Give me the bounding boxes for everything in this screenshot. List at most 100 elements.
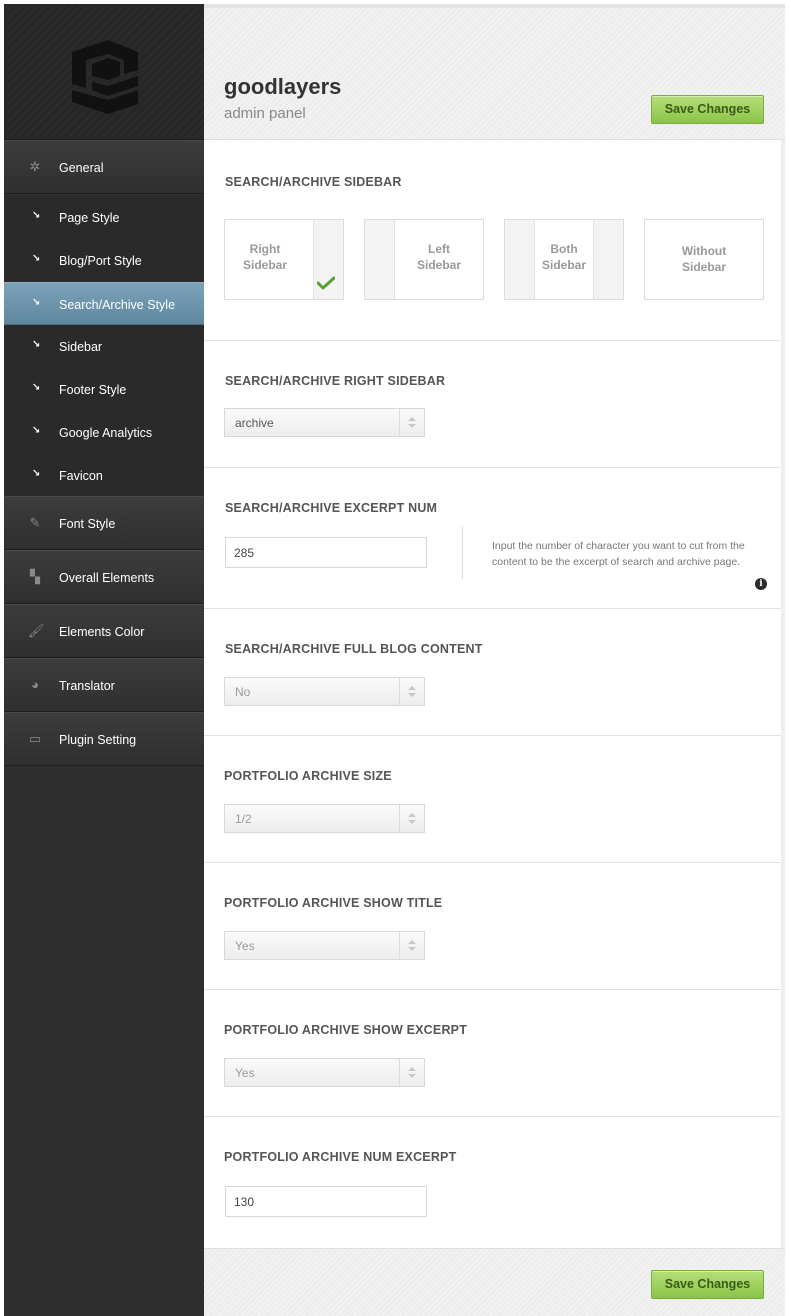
sidebar-item-label: Favicon	[59, 469, 103, 483]
select-arrows-icon	[399, 805, 424, 832]
checkmark-icon	[317, 276, 335, 290]
section-search-archive-right-sidebar: SEARCH/ARCHIVE RIGHT SIDEBAR archive	[204, 341, 781, 468]
section-portfolio-archive-num-excerpt: PORTFOLIO ARCHIVE NUM EXCERPT	[204, 1117, 781, 1248]
arrow-down-right-icon: ↘	[32, 253, 41, 264]
sidebar-item-elements-color[interactable]: 🖌 Elements Color	[4, 604, 204, 658]
sidebar-item-translator[interactable]: ◕ Translator	[4, 658, 204, 712]
layout-option-label: Right Sidebar	[242, 242, 287, 272]
select-arrows-icon	[399, 678, 424, 705]
layout-blocks-icon: ▚	[30, 569, 40, 584]
goodlayers-logo-icon	[72, 40, 138, 114]
section-search-archive-sidebar: SEARCH/ARCHIVE SIDEBAR Right Sidebar Left…	[204, 140, 781, 341]
portfolio-show-title-select[interactable]: Yes	[224, 931, 425, 960]
sidebar-item-plugin-setting[interactable]: ▭ Plugin Setting	[4, 712, 204, 766]
sidebar-strip	[365, 220, 395, 299]
select-value: Yes	[235, 1066, 255, 1080]
info-icon[interactable]: i	[755, 578, 767, 590]
portfolio-num-excerpt-input[interactable]	[225, 1186, 427, 1217]
paint-brush-icon: 🖌	[28, 623, 45, 638]
sidebar-item-label: Translator	[59, 679, 115, 693]
sidebar: ✲ General ↘ Page Style ↘ Blog/Port Style…	[4, 4, 204, 1316]
sidebar-item-page-style[interactable]: ↘ Page Style	[4, 196, 204, 239]
sidebar-item-blog-port-style[interactable]: ↘ Blog/Port Style	[4, 239, 204, 282]
arrow-down-right-icon: ↘	[32, 339, 41, 350]
section-portfolio-archive-size: PORTFOLIO ARCHIVE SIZE 1/2	[204, 736, 781, 863]
excerpt-num-input[interactable]	[225, 537, 427, 568]
content-rail	[781, 140, 785, 1248]
select-arrows-icon	[399, 932, 424, 959]
section-title: PORTFOLIO ARCHIVE SHOW TITLE	[224, 896, 443, 910]
arrow-down-right-icon: ↘	[32, 297, 41, 308]
monitor-icon: ▭	[28, 731, 42, 746]
sidebar-item-favicon[interactable]: ↘ Favicon	[4, 454, 204, 497]
sidebar-item-overall-elements[interactable]: ▚ Overall Elements	[4, 550, 204, 604]
layout-option-right-sidebar[interactable]: Right Sidebar	[224, 219, 344, 300]
section-title: PORTFOLIO ARCHIVE SIZE	[224, 769, 392, 783]
sidebar-item-font-style[interactable]: ✎ Font Style	[4, 496, 204, 550]
header: goodlayers admin panel Save Changes	[204, 8, 785, 140]
gear-icon: ✲	[29, 159, 41, 174]
pie-chart-icon: ◕	[31, 677, 39, 692]
sidebar-strip	[593, 220, 623, 299]
footer: Save Changes	[204, 1248, 785, 1316]
arrow-down-right-icon: ↘	[32, 468, 41, 479]
layout-option-label: Both Sidebar	[541, 242, 586, 272]
arrow-down-right-icon: ↘	[32, 382, 41, 393]
select-arrows-icon	[399, 1059, 424, 1086]
sidebar-item-label: Google Analytics	[59, 426, 153, 440]
pencil-icon: ✎	[29, 515, 41, 530]
select-value: 1/2	[235, 812, 252, 826]
sidebar-item-google-analytics[interactable]: ↘ Google Analytics	[4, 411, 204, 454]
select-value: Yes	[235, 939, 255, 953]
arrow-down-right-icon: ↘	[32, 425, 41, 436]
sidebar-item-label: Overall Elements	[59, 571, 155, 585]
portfolio-show-excerpt-select[interactable]: Yes	[224, 1058, 425, 1087]
section-title: SEARCH/ARCHIVE SIDEBAR	[225, 175, 402, 189]
portfolio-archive-size-select[interactable]: 1/2	[224, 804, 425, 833]
section-title: PORTFOLIO ARCHIVE SHOW EXCERPT	[224, 1023, 468, 1037]
layout-option-label: Without Sidebar	[681, 244, 727, 274]
right-sidebar-select[interactable]: archive	[224, 408, 425, 437]
sidebar-subgroup-general: ↘ Page Style ↘ Blog/Port Style ↘ Search/…	[4, 196, 204, 497]
select-value: No	[235, 685, 251, 699]
help-divider	[462, 527, 463, 579]
sidebar-item-label: Blog/Port Style	[59, 254, 142, 268]
full-blog-content-select[interactable]: No	[224, 677, 425, 706]
section-title: SEARCH/ARCHIVE EXCERPT NUM	[225, 501, 438, 515]
brand-title: goodlayers	[224, 74, 342, 99]
section-portfolio-archive-show-excerpt: PORTFOLIO ARCHIVE SHOW EXCERPT Yes	[204, 990, 781, 1117]
sidebar-item-label: Search/Archive Style	[59, 298, 176, 312]
layout-option-without-sidebar[interactable]: Without Sidebar	[644, 219, 764, 300]
sidebar-item-label: General	[59, 161, 104, 175]
section-search-archive-excerpt-num: SEARCH/ARCHIVE EXCERPT NUM Input the num…	[204, 468, 781, 609]
admin-panel-frame: ✲ General ↘ Page Style ↘ Blog/Port Style…	[0, 0, 791, 1316]
save-changes-button-bottom[interactable]: Save Changes	[651, 1270, 764, 1299]
layout-option-left-sidebar[interactable]: Left Sidebar	[364, 219, 484, 300]
section-title: SEARCH/ARCHIVE RIGHT SIDEBAR	[225, 374, 446, 388]
sidebar-item-label: Footer Style	[59, 383, 127, 397]
layout-option-both-sidebar[interactable]: Both Sidebar	[504, 219, 624, 300]
arrow-down-right-icon: ↘	[32, 210, 41, 221]
logo-area	[4, 4, 204, 140]
sidebar-strip	[505, 220, 535, 299]
sidebar-item-sidebar[interactable]: ↘ Sidebar	[4, 325, 204, 368]
sidebar-item-label: Sidebar	[59, 340, 103, 354]
layout-option-label: Left Sidebar	[416, 242, 461, 272]
sidebar-item-search-archive-style[interactable]: ↘ Search/Archive Style	[4, 282, 204, 325]
sidebar-item-footer-style[interactable]: ↘ Footer Style	[4, 368, 204, 411]
select-arrows-icon	[399, 409, 424, 436]
sidebar-item-label: Elements Color	[59, 625, 145, 639]
section-title: PORTFOLIO ARCHIVE NUM EXCERPT	[224, 1150, 457, 1164]
sidebar-item-label: Page Style	[59, 211, 120, 225]
sidebar-item-label: Plugin Setting	[59, 733, 137, 747]
sidebar-item-label: Font Style	[59, 517, 116, 531]
settings-content: SEARCH/ARCHIVE SIDEBAR Right Sidebar Left…	[204, 140, 781, 1248]
brand-subtitle: admin panel	[224, 105, 306, 122]
sidebar-item-general[interactable]: ✲ General	[4, 140, 204, 194]
section-title: SEARCH/ARCHIVE FULL BLOG CONTENT	[225, 642, 483, 656]
section-search-archive-full-blog-content: SEARCH/ARCHIVE FULL BLOG CONTENT No	[204, 609, 781, 736]
help-text: Input the number of character you want t…	[492, 540, 745, 568]
section-portfolio-archive-show-title: PORTFOLIO ARCHIVE SHOW TITLE Yes	[204, 863, 781, 990]
save-changes-button[interactable]: Save Changes	[651, 95, 764, 124]
select-value: archive	[235, 416, 274, 430]
